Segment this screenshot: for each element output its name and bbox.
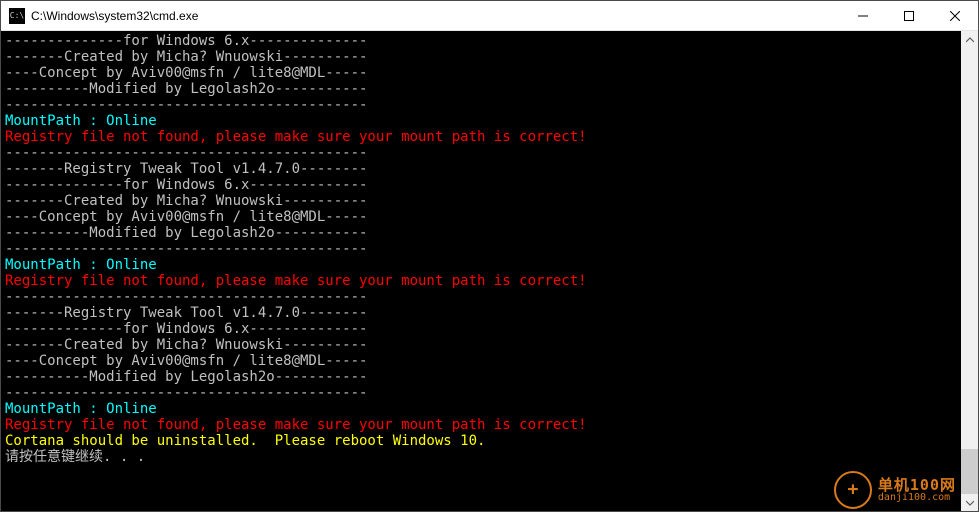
minimize-button[interactable] <box>840 1 886 30</box>
console-line: ----------Modified by Legolash2o--------… <box>5 369 974 385</box>
console-line: MountPath : Online <box>5 401 974 417</box>
watermark-line2: danji100.com <box>878 493 956 503</box>
watermark: + 单机100网 danji100.com <box>834 471 956 509</box>
close-icon <box>950 11 960 21</box>
chevron-up-icon <box>966 36 974 44</box>
console-line: ----------Modified by Legolash2o--------… <box>5 81 974 97</box>
window-controls <box>840 1 978 30</box>
console-line: Registry file not found, please make sur… <box>5 129 974 145</box>
watermark-line1: 单机100网 <box>878 478 956 493</box>
console-line: MountPath : Online <box>5 257 974 273</box>
scroll-thumb[interactable] <box>961 449 978 494</box>
console-line: ----Concept by Aviv00@msfn / lite8@MDL--… <box>5 209 974 225</box>
console-line: MountPath : Online <box>5 113 974 129</box>
console-line: ----Concept by Aviv00@msfn / lite8@MDL--… <box>5 65 974 81</box>
console-line: 请按任意键继续. . . <box>5 449 974 465</box>
maximize-button[interactable] <box>886 1 932 30</box>
console-line: --------------for Windows 6.x-----------… <box>5 33 974 49</box>
console-line: -------Registry Tweak Tool v1.4.7.0-----… <box>5 305 974 321</box>
watermark-logo-icon: + <box>834 471 872 509</box>
maximize-icon <box>904 11 914 21</box>
console-line: --------------for Windows 6.x-----------… <box>5 177 974 193</box>
console-line: ----Concept by Aviv00@msfn / lite8@MDL--… <box>5 353 974 369</box>
minimize-icon <box>858 11 868 21</box>
console-area[interactable]: --------------for Windows 6.x-----------… <box>1 31 978 511</box>
scroll-down-button[interactable] <box>961 494 978 511</box>
console-line: Registry file not found, please make sur… <box>5 417 974 433</box>
console-line: ----------------------------------------… <box>5 97 974 113</box>
close-button[interactable] <box>932 1 978 30</box>
console-line: Cortana should be uninstalled. Please re… <box>5 433 974 449</box>
console-line: -------Created by Micha? Wnuowski-------… <box>5 193 974 209</box>
console-line: --------------for Windows 6.x-----------… <box>5 321 974 337</box>
vertical-scrollbar[interactable] <box>961 31 978 511</box>
chevron-down-icon <box>966 499 974 507</box>
cmd-window: C:\ C:\Windows\system32\cmd.exe --------… <box>0 0 979 512</box>
console-line: -------Created by Micha? Wnuowski-------… <box>5 337 974 353</box>
console-line: Registry file not found, please make sur… <box>5 273 974 289</box>
console-line: ----------------------------------------… <box>5 145 974 161</box>
console-line: ----------Modified by Legolash2o--------… <box>5 225 974 241</box>
watermark-text: 单机100网 danji100.com <box>878 478 956 503</box>
window-title: C:\Windows\system32\cmd.exe <box>31 9 840 23</box>
console-line: ----------------------------------------… <box>5 241 974 257</box>
console-line: -------Created by Micha? Wnuowski-------… <box>5 49 974 65</box>
console-line: ----------------------------------------… <box>5 385 974 401</box>
scroll-up-button[interactable] <box>961 31 978 48</box>
console-line: -------Registry Tweak Tool v1.4.7.0-----… <box>5 161 974 177</box>
scroll-track[interactable] <box>961 48 978 494</box>
titlebar[interactable]: C:\ C:\Windows\system32\cmd.exe <box>1 1 978 31</box>
cmd-icon: C:\ <box>9 8 25 24</box>
console-line: ----------------------------------------… <box>5 289 974 305</box>
